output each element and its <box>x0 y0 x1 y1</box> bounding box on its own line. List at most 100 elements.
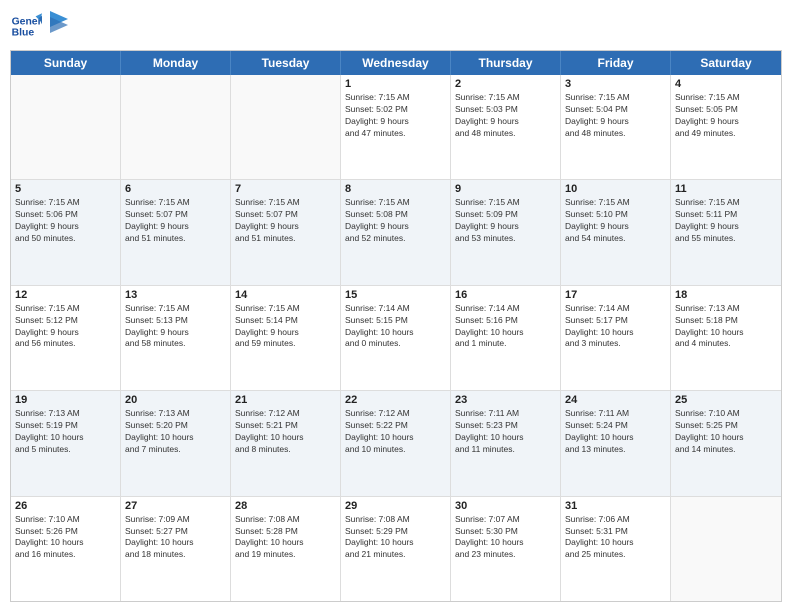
day-number: 6 <box>125 183 226 195</box>
day-info: Sunrise: 7:13 AM Sunset: 5:18 PM Dayligh… <box>675 303 777 351</box>
day-info: Sunrise: 7:15 AM Sunset: 5:09 PM Dayligh… <box>455 197 556 245</box>
day-number: 2 <box>455 78 556 90</box>
day-number: 7 <box>235 183 336 195</box>
day-info: Sunrise: 7:15 AM Sunset: 5:03 PM Dayligh… <box>455 92 556 140</box>
day-number: 14 <box>235 289 336 301</box>
day-info: Sunrise: 7:15 AM Sunset: 5:11 PM Dayligh… <box>675 197 777 245</box>
day-number: 8 <box>345 183 446 195</box>
day-number: 30 <box>455 500 556 512</box>
empty-cell <box>231 75 341 179</box>
calendar-day-cell: 25 Sunrise: 7:10 AM Sunset: 5:25 PM Dayli… <box>671 391 781 495</box>
day-number: 22 <box>345 394 446 406</box>
day-info: Sunrise: 7:11 AM Sunset: 5:23 PM Dayligh… <box>455 408 556 456</box>
day-info: Sunrise: 7:06 AM Sunset: 5:31 PM Dayligh… <box>565 514 666 562</box>
day-number: 28 <box>235 500 336 512</box>
day-info: Sunrise: 7:13 AM Sunset: 5:19 PM Dayligh… <box>15 408 116 456</box>
calendar-day-cell: 11 Sunrise: 7:15 AM Sunset: 5:11 PM Dayli… <box>671 180 781 284</box>
day-number: 26 <box>15 500 116 512</box>
day-info: Sunrise: 7:14 AM Sunset: 5:17 PM Dayligh… <box>565 303 666 351</box>
calendar-header: SundayMondayTuesdayWednesdayThursdayFrid… <box>11 51 781 75</box>
day-info: Sunrise: 7:07 AM Sunset: 5:30 PM Dayligh… <box>455 514 556 562</box>
logo-icon: General Blue <box>10 10 42 42</box>
day-number: 10 <box>565 183 666 195</box>
calendar-day-cell: 9 Sunrise: 7:15 AM Sunset: 5:09 PM Daylig… <box>451 180 561 284</box>
day-info: Sunrise: 7:15 AM Sunset: 5:10 PM Dayligh… <box>565 197 666 245</box>
day-number: 27 <box>125 500 226 512</box>
calendar-day-cell: 27Sunrise: 7:09 AM Sunset: 5:27 PM Dayli… <box>121 497 231 601</box>
calendar-day-cell: 23 Sunrise: 7:11 AM Sunset: 5:23 PM Dayli… <box>451 391 561 495</box>
day-info: Sunrise: 7:10 AM Sunset: 5:26 PM Dayligh… <box>15 514 116 562</box>
logo-arrow-icon <box>50 11 68 33</box>
weekday-header: Sunday <box>11 51 121 75</box>
calendar-day-cell: 20 Sunrise: 7:13 AM Sunset: 5:20 PM Dayli… <box>121 391 231 495</box>
calendar-day-cell: 6 Sunrise: 7:15 AM Sunset: 5:07 PM Daylig… <box>121 180 231 284</box>
calendar-day-cell: 10 Sunrise: 7:15 AM Sunset: 5:10 PM Dayli… <box>561 180 671 284</box>
weekday-header: Wednesday <box>341 51 451 75</box>
day-number: 15 <box>345 289 446 301</box>
day-info: Sunrise: 7:12 AM Sunset: 5:21 PM Dayligh… <box>235 408 336 456</box>
day-number: 12 <box>15 289 116 301</box>
day-info: Sunrise: 7:15 AM Sunset: 5:07 PM Dayligh… <box>125 197 226 245</box>
calendar-day-cell: 3 Sunrise: 7:15 AM Sunset: 5:04 PM Daylig… <box>561 75 671 179</box>
day-number: 9 <box>455 183 556 195</box>
day-info: Sunrise: 7:15 AM Sunset: 5:04 PM Dayligh… <box>565 92 666 140</box>
day-number: 23 <box>455 394 556 406</box>
day-number: 3 <box>565 78 666 90</box>
day-number: 31 <box>565 500 666 512</box>
day-number: 20 <box>125 394 226 406</box>
calendar-week-row: 5Sunrise: 7:15 AM Sunset: 5:06 PM Daylig… <box>11 180 781 285</box>
day-number: 18 <box>675 289 777 301</box>
calendar-day-cell: 14 Sunrise: 7:15 AM Sunset: 5:14 PM Dayli… <box>231 286 341 390</box>
calendar-day-cell: 16Sunrise: 7:14 AM Sunset: 5:16 PM Dayli… <box>451 286 561 390</box>
calendar-day-cell: 13Sunrise: 7:15 AM Sunset: 5:13 PM Dayli… <box>121 286 231 390</box>
day-info: Sunrise: 7:15 AM Sunset: 5:08 PM Dayligh… <box>345 197 446 245</box>
day-number: 5 <box>15 183 116 195</box>
day-info: Sunrise: 7:08 AM Sunset: 5:29 PM Dayligh… <box>345 514 446 562</box>
day-info: Sunrise: 7:08 AM Sunset: 5:28 PM Dayligh… <box>235 514 336 562</box>
calendar-day-cell: 30 Sunrise: 7:07 AM Sunset: 5:30 PM Dayli… <box>451 497 561 601</box>
day-number: 19 <box>15 394 116 406</box>
calendar-day-cell: 17Sunrise: 7:14 AM Sunset: 5:17 PM Dayli… <box>561 286 671 390</box>
calendar-day-cell: 31 Sunrise: 7:06 AM Sunset: 5:31 PM Dayli… <box>561 497 671 601</box>
day-info: Sunrise: 7:13 AM Sunset: 5:20 PM Dayligh… <box>125 408 226 456</box>
calendar-day-cell: 1 Sunrise: 7:15 AM Sunset: 5:02 PM Daylig… <box>341 75 451 179</box>
calendar-day-cell: 8 Sunrise: 7:15 AM Sunset: 5:08 PM Daylig… <box>341 180 451 284</box>
calendar-day-cell: 15Sunrise: 7:14 AM Sunset: 5:15 PM Dayli… <box>341 286 451 390</box>
calendar-day-cell: 2 Sunrise: 7:15 AM Sunset: 5:03 PM Daylig… <box>451 75 561 179</box>
day-number: 24 <box>565 394 666 406</box>
weekday-header: Thursday <box>451 51 561 75</box>
logo: General Blue <box>10 10 68 42</box>
calendar-week-row: 19 Sunrise: 7:13 AM Sunset: 5:19 PM Dayli… <box>11 391 781 496</box>
weekday-header: Saturday <box>671 51 781 75</box>
day-number: 13 <box>125 289 226 301</box>
empty-cell <box>121 75 231 179</box>
weekday-header: Monday <box>121 51 231 75</box>
page: General Blue SundayMondayTuesdayWednesda… <box>0 0 792 612</box>
day-number: 25 <box>675 394 777 406</box>
weekday-header: Friday <box>561 51 671 75</box>
empty-cell <box>11 75 121 179</box>
calendar-day-cell: 24 Sunrise: 7:11 AM Sunset: 5:24 PM Dayli… <box>561 391 671 495</box>
calendar-week-row: 12Sunrise: 7:15 AM Sunset: 5:12 PM Dayli… <box>11 286 781 391</box>
calendar-body: 1 Sunrise: 7:15 AM Sunset: 5:02 PM Daylig… <box>11 75 781 601</box>
day-number: 4 <box>675 78 777 90</box>
day-info: Sunrise: 7:15 AM Sunset: 5:07 PM Dayligh… <box>235 197 336 245</box>
calendar-day-cell: 21Sunrise: 7:12 AM Sunset: 5:21 PM Dayli… <box>231 391 341 495</box>
day-info: Sunrise: 7:15 AM Sunset: 5:02 PM Dayligh… <box>345 92 446 140</box>
calendar-week-row: 1 Sunrise: 7:15 AM Sunset: 5:02 PM Daylig… <box>11 75 781 180</box>
day-info: Sunrise: 7:15 AM Sunset: 5:14 PM Dayligh… <box>235 303 336 351</box>
weekday-header: Tuesday <box>231 51 341 75</box>
day-number: 11 <box>675 183 777 195</box>
calendar-day-cell: 26 Sunrise: 7:10 AM Sunset: 5:26 PM Dayli… <box>11 497 121 601</box>
calendar-day-cell: 4 Sunrise: 7:15 AM Sunset: 5:05 PM Daylig… <box>671 75 781 179</box>
header: General Blue <box>10 10 782 42</box>
day-info: Sunrise: 7:10 AM Sunset: 5:25 PM Dayligh… <box>675 408 777 456</box>
day-number: 1 <box>345 78 446 90</box>
day-info: Sunrise: 7:15 AM Sunset: 5:05 PM Dayligh… <box>675 92 777 140</box>
calendar-day-cell: 29Sunrise: 7:08 AM Sunset: 5:29 PM Dayli… <box>341 497 451 601</box>
calendar-day-cell: 5Sunrise: 7:15 AM Sunset: 5:06 PM Daylig… <box>11 180 121 284</box>
svg-text:Blue: Blue <box>12 28 35 39</box>
calendar-week-row: 26 Sunrise: 7:10 AM Sunset: 5:26 PM Dayli… <box>11 497 781 601</box>
day-info: Sunrise: 7:11 AM Sunset: 5:24 PM Dayligh… <box>565 408 666 456</box>
calendar-day-cell: 19 Sunrise: 7:13 AM Sunset: 5:19 PM Dayli… <box>11 391 121 495</box>
